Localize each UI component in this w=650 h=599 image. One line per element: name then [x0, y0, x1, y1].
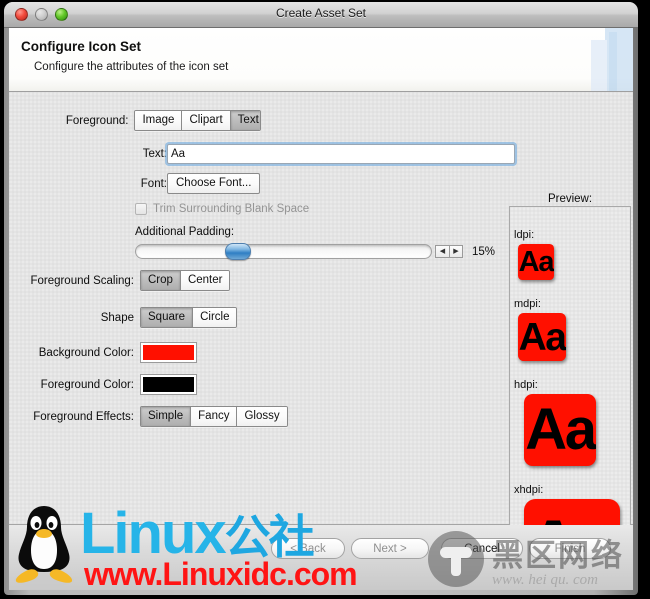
trim-checkbox-label: Trim Surrounding Blank Space [153, 203, 310, 215]
window-title: Create Asset Set [275, 6, 367, 20]
application-window: Create Asset Set Configure Icon Set Conf… [4, 2, 638, 595]
scaling-segmented-control[interactable]: Crop Center [140, 270, 231, 291]
cancel-button[interactable]: Cancel [441, 538, 523, 559]
foreground-option-text[interactable]: Text [230, 111, 261, 130]
shape-label: Shape [100, 311, 134, 324]
scaling-option-crop[interactable]: Crop [141, 271, 181, 290]
trim-checkbox[interactable] [135, 203, 147, 215]
scaling-row: Foreground Scaling: Crop Center [9, 270, 231, 291]
font-row: Font: Choose Font... [9, 173, 261, 194]
padding-slider-track[interactable] [135, 243, 432, 260]
scaling-option-center[interactable]: Center [180, 271, 230, 290]
effects-row: Foreground Effects: Simple Fancy Glossy [9, 406, 288, 427]
foreground-color-swatch[interactable] [140, 374, 197, 395]
padding-slider-row: ◀ ▶ 15% [135, 243, 496, 260]
padding-stepper-up[interactable]: ▶ [449, 245, 463, 258]
background-color-label: Background Color: [38, 346, 134, 359]
preview-density-label: xhdpi: [514, 484, 544, 496]
back-button[interactable]: < Back [271, 538, 345, 559]
foreground-color-row: Foreground Color: [9, 374, 197, 395]
trim-checkbox-row[interactable]: Trim Surrounding Blank Space [135, 203, 309, 215]
choose-font-button[interactable]: Choose Font... [167, 173, 261, 194]
foreground-segmented-control[interactable]: Image Clipart Text [134, 110, 261, 131]
font-label: Font: [140, 177, 167, 190]
padding-label: Additional Padding: [135, 226, 235, 238]
preview-density-label: ldpi: [514, 229, 535, 241]
text-row: Text: [9, 144, 515, 164]
page-subtitle: Configure the attributes of the icon set [34, 61, 229, 73]
next-button[interactable]: Next > [351, 538, 429, 559]
text-label: Text: [142, 148, 167, 160]
page-title: Configure Icon Set [21, 39, 142, 54]
wizard-header: Configure Icon Set Configure the attribu… [9, 28, 633, 92]
background-color-swatch[interactable] [140, 342, 197, 363]
foreground-row: Foreground: Image Clipart Text [9, 110, 261, 131]
text-input[interactable] [167, 144, 515, 164]
foreground-label: Foreground: [65, 114, 129, 127]
scaling-label: Foreground Scaling: [30, 274, 134, 287]
foreground-option-clipart[interactable]: Clipart [182, 111, 231, 130]
header-decoration-icon [591, 28, 633, 91]
shape-option-square[interactable]: Square [141, 308, 194, 327]
shape-segmented-control[interactable]: Square Circle [140, 307, 238, 328]
wizard-footer: < Back Next > Cancel Finish [9, 525, 633, 590]
finish-button[interactable]: Finish [529, 538, 611, 559]
padding-value: 15% [472, 245, 496, 258]
effects-segmented-control[interactable]: Simple Fancy Glossy [140, 406, 288, 427]
preview-label: Preview: [547, 193, 593, 205]
preview-density-label: mdpi: [514, 298, 541, 310]
effects-option-fancy[interactable]: Fancy [191, 407, 238, 426]
padding-slider[interactable]: ◀ ▶ 15% [135, 243, 496, 260]
form-panel: Foreground: Image Clipart Text Text: Fon… [9, 92, 633, 561]
padding-slider-thumb[interactable] [224, 243, 251, 260]
effects-option-simple[interactable]: Simple [141, 407, 192, 426]
shape-row: Shape Square Circle [9, 307, 238, 328]
preview-panel: ldpi:Aamdpi:Aahdpi:Aaxhdpi:Aa [509, 206, 631, 561]
shape-option-circle[interactable]: Circle [193, 308, 237, 327]
preview-density-label: hdpi: [514, 379, 538, 391]
preview-icon: Aa [518, 244, 554, 280]
preview-icon: Aa [524, 394, 596, 466]
foreground-color-label: Foreground Color: [40, 378, 134, 391]
padding-stepper-down[interactable]: ◀ [435, 245, 449, 258]
background-color-row: Background Color: [9, 342, 197, 363]
padding-label-row: Additional Padding: [135, 226, 234, 238]
foreground-option-image[interactable]: Image [135, 111, 183, 130]
window-titlebar: Create Asset Set [4, 2, 638, 28]
effects-option-glossy[interactable]: Glossy [237, 407, 287, 426]
preview-icon: Aa [518, 313, 566, 361]
effects-label: Foreground Effects: [33, 410, 134, 423]
